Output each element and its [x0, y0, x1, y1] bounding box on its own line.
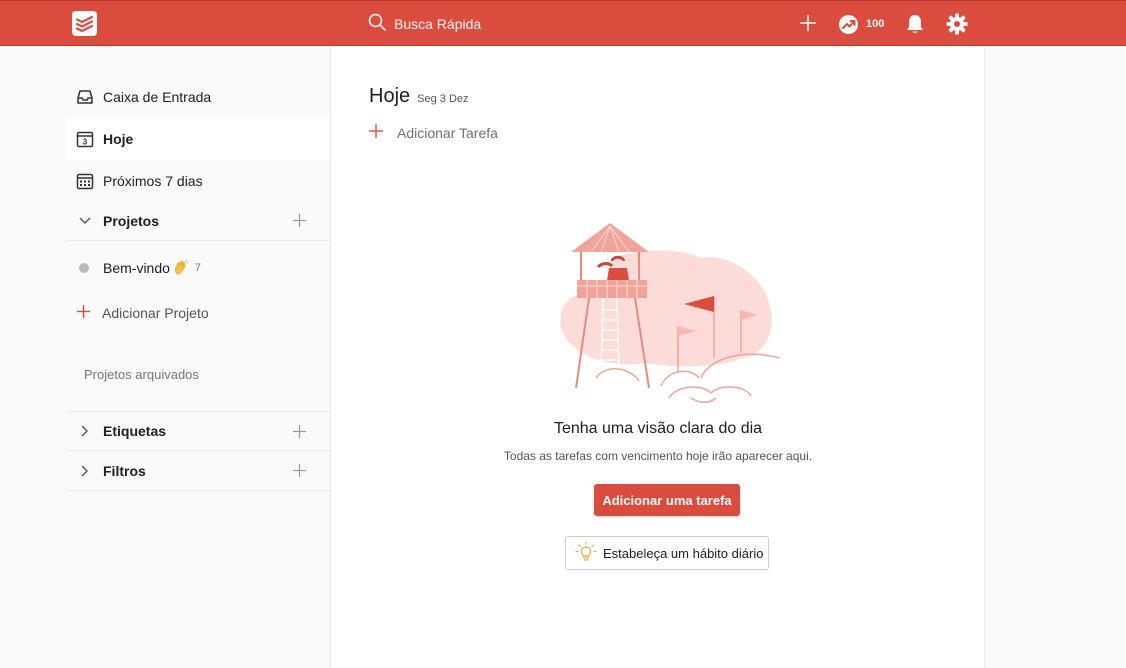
sidebar: Caixa de Entrada 3 Hoje Próximos 7 dias … [0, 46, 331, 668]
main-content: Hoje Seg 3 Dez Adicionar Tarefa Tenha um… [331, 46, 985, 668]
empty-state-title: Tenha uma visão clara do dia [553, 420, 763, 437]
top-bar: Busca Rápida 100 [0, 0, 1126, 46]
chevron-right-icon [75, 465, 95, 477]
add-project-button[interactable]: Adicionar Projeto [66, 293, 330, 333]
svg-text:3: 3 [83, 138, 88, 147]
sidebar-item-inbox[interactable]: Caixa de Entrada [66, 76, 330, 118]
filters-label: Filtros [103, 462, 146, 479]
karma-value: 100 [866, 18, 885, 30]
search-icon [368, 13, 386, 36]
project-name: Bem-vindo [103, 260, 170, 276]
todoist-logo-icon[interactable] [72, 11, 97, 36]
calendar-week-icon [75, 171, 95, 191]
sidebar-item-today[interactable]: 3 Hoje [66, 118, 330, 160]
page-title: Hoje [369, 85, 411, 107]
project-task-count: 7 [194, 262, 202, 274]
add-filter-plus-icon[interactable] [293, 464, 306, 480]
plus-icon [800, 15, 816, 31]
projects-section-header[interactable]: Projetos [66, 201, 330, 241]
archived-projects-link[interactable]: Projetos arquivados [84, 367, 199, 382]
waving-hand-emoji-icon [173, 260, 189, 276]
right-gutter [985, 46, 1126, 668]
daily-habit-button[interactable]: Estabeleça um hábito diário [565, 536, 769, 570]
project-item-bem-vindo[interactable]: Bem-vindo 7 [66, 248, 330, 288]
lookout-tower-illustration [551, 218, 781, 410]
chevron-down-icon [75, 217, 95, 225]
project-color-dot [79, 263, 89, 273]
plus-icon [77, 305, 90, 321]
sidebar-item-label: Próximos 7 dias [103, 173, 203, 189]
add-project-plus-icon[interactable] [293, 214, 306, 230]
page-date: Seg 3 Dez [417, 93, 469, 105]
view-header: Hoje Seg 3 Dez [369, 85, 469, 108]
notifications-bell-icon[interactable] [905, 13, 925, 40]
plus-icon [369, 124, 383, 141]
projects-label: Projetos [103, 212, 160, 229]
sidebar-item-label: Caixa de Entrada [103, 89, 212, 105]
karma-button[interactable]: 100 [839, 13, 884, 35]
add-task-label: Adicionar Tarefa [397, 124, 498, 141]
filters-section-header[interactable]: Filtros [66, 451, 330, 491]
add-task-button[interactable]: Adicionar Tarefa [369, 124, 498, 141]
add-task-primary-button[interactable]: Adicionar uma tarefa [594, 484, 740, 516]
quick-search[interactable]: Busca Rápida [368, 13, 481, 35]
quick-add-button[interactable] [797, 12, 819, 34]
add-label-plus-icon[interactable] [293, 425, 306, 441]
inbox-icon [75, 87, 95, 107]
labels-section-header[interactable]: Etiquetas [66, 411, 330, 451]
add-project-label: Adicionar Projeto [102, 305, 209, 321]
search-placeholder: Busca Rápida [394, 16, 482, 32]
habit-button-label: Estabeleça um hábito diário [603, 545, 764, 561]
chevron-right-icon [75, 425, 95, 437]
sidebar-item-label: Hoje [103, 131, 134, 147]
lightbulb-icon [575, 540, 597, 566]
labels-label: Etiquetas [103, 423, 167, 439]
sidebar-item-upcoming[interactable]: Próximos 7 dias [66, 160, 330, 202]
settings-gear-icon[interactable] [946, 13, 968, 40]
karma-trend-icon [839, 14, 858, 34]
empty-state-subtitle: Todas as tarefas com vencimento hoje irã… [503, 449, 813, 463]
calendar-today-icon: 3 [75, 129, 95, 149]
